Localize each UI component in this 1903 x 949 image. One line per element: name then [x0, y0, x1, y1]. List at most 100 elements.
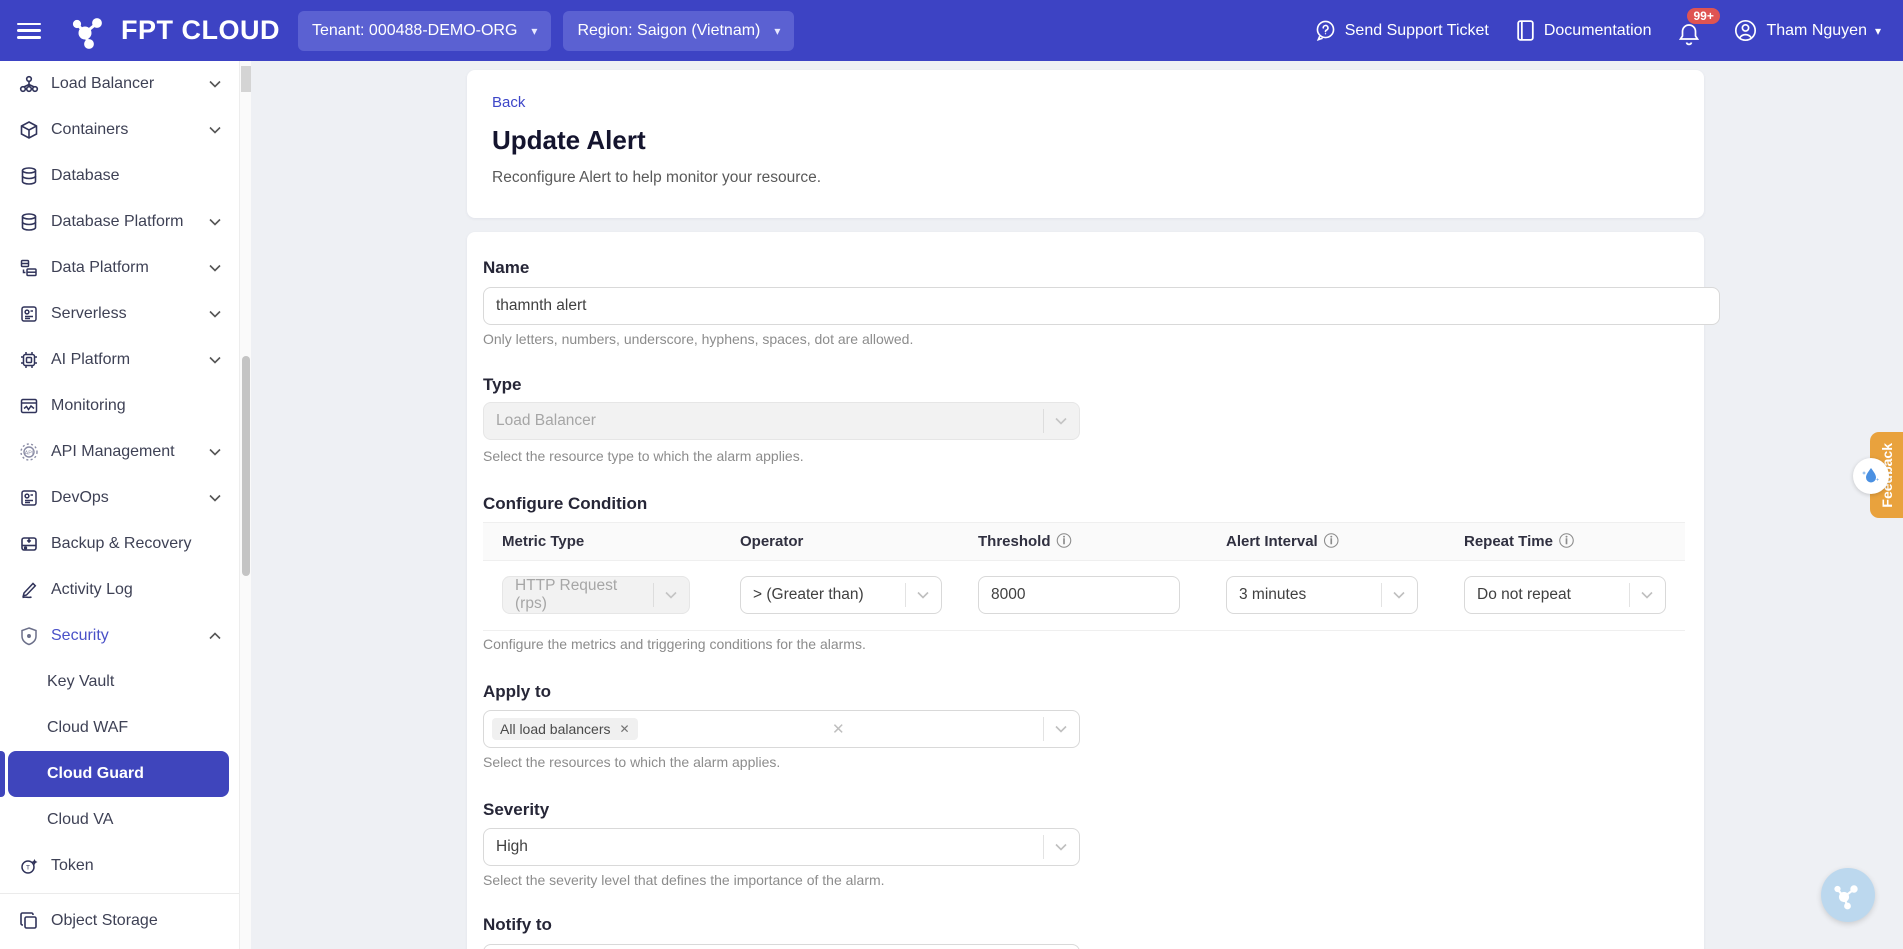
object-storage-icon [18, 910, 40, 932]
sidebar-item-database-platform[interactable]: Database Platform [0, 199, 239, 245]
name-helper-text: Only letters, numbers, underscore, hyphe… [483, 331, 913, 347]
sidebar-item-key-vault[interactable]: Key Vault [0, 659, 239, 705]
type-helper-text: Select the resource type to which the al… [483, 448, 804, 464]
severity-select[interactable]: High [483, 828, 1080, 866]
name-input[interactable] [483, 287, 1720, 325]
sidebar-active-row-wrap: Cloud Guard [0, 751, 239, 797]
name-label: Name [483, 258, 529, 278]
sidebar-toggle-button[interactable] [0, 0, 58, 61]
feedback-drop-badge[interactable] [1853, 458, 1889, 494]
sidebar-item-devops[interactable]: DevOps [0, 475, 239, 521]
brand-logo-text: FPT CLOUD [121, 15, 280, 46]
sidebar-item-serverless[interactable]: Serverless [0, 291, 239, 337]
apply-to-helper-text: Select the resources to which the alarm … [483, 754, 780, 770]
database-platform-icon [18, 211, 40, 233]
region-label: Region: Saigon (Vietnam) [577, 22, 760, 40]
sidebar-item-label: Monitoring [51, 397, 126, 415]
sidebar-item-containers[interactable]: Containers [0, 107, 239, 153]
documentation-link[interactable]: Documentation [1515, 19, 1652, 42]
configure-condition-label: Configure Condition [483, 494, 647, 514]
sidebar-item-label: Object Storage [51, 912, 158, 930]
serverless-icon [18, 303, 40, 325]
chevron-down-icon: ▾ [1875, 24, 1881, 38]
load-balancer-icon [18, 73, 40, 95]
user-avatar-icon [1733, 18, 1758, 43]
condition-table-row: HTTP Request (rps) > (Greater than) [483, 561, 1685, 631]
metric-type-select[interactable]: HTTP Request (rps) [502, 576, 690, 614]
chevron-down-icon [209, 80, 221, 88]
chip-remove-icon[interactable]: ✕ [620, 722, 630, 736]
chevron-down-icon [1043, 717, 1079, 741]
sidebar-item-backup-recovery[interactable]: Backup & Recovery [0, 521, 239, 567]
operator-select[interactable]: > (Greater than) [740, 576, 942, 614]
token-icon: T [18, 855, 40, 877]
sidebar-item-monitoring[interactable]: Monitoring [0, 383, 239, 429]
scrollbar-button[interactable] [241, 66, 251, 92]
selected-chip: All load balancers ✕ [492, 718, 638, 740]
brand-logo[interactable]: FPT CLOUD [72, 11, 280, 51]
sidebar-item-label: Containers [51, 121, 128, 139]
notifications-button[interactable]: 99+ [1677, 14, 1707, 48]
sidebar-item-label: Database Platform [51, 213, 184, 231]
info-icon[interactable]: ⓘ [1324, 534, 1339, 549]
alert-interval-select[interactable]: 3 minutes [1226, 576, 1418, 614]
chevron-down-icon [1043, 409, 1079, 433]
sidebar-item-token[interactable]: T Token [0, 843, 239, 889]
ai-assistant-button[interactable] [1821, 868, 1875, 922]
sidebar-item-data-platform[interactable]: Data Platform [0, 245, 239, 291]
sidebar-item-label: Cloud WAF [47, 719, 128, 737]
sidebar-item-label: Security [51, 627, 109, 645]
sidebar-item-cloud-va[interactable]: Cloud VA [0, 797, 239, 843]
send-support-ticket-link[interactable]: Send Support Ticket [1314, 19, 1489, 42]
column-header-metric-type: Metric Type [502, 533, 740, 550]
ai-molecule-icon [1833, 880, 1863, 910]
type-select[interactable]: Load Balancer [483, 402, 1080, 440]
tenant-selector[interactable]: Tenant: 000488-DEMO-ORG ▾ [298, 11, 551, 51]
user-menu[interactable]: Tham Nguyen ▾ [1733, 18, 1881, 43]
documentation-label: Documentation [1544, 22, 1652, 40]
sidebar-item-label: Data Platform [51, 259, 149, 277]
sidebar-item-label: Database [51, 167, 120, 185]
threshold-input[interactable] [978, 576, 1180, 614]
chip-label: All load balancers [500, 721, 611, 737]
containers-icon [18, 119, 40, 141]
sidebar-item-ai-platform[interactable]: AI Platform [0, 337, 239, 383]
sidebar-item-object-storage[interactable]: Object Storage [0, 898, 239, 944]
scrollbar-thumb[interactable] [242, 356, 250, 576]
chevron-up-icon [209, 632, 221, 640]
sidebar-item-cloud-guard[interactable]: Cloud Guard [8, 751, 229, 797]
ai-platform-icon [18, 349, 40, 371]
backup-recovery-icon [18, 533, 40, 555]
apply-to-multiselect[interactable]: All load balancers ✕ ✕ [483, 710, 1080, 748]
region-selector[interactable]: Region: Saigon (Vietnam) ▾ [563, 11, 794, 51]
sidebar-item-load-balancer[interactable]: Load Balancer [0, 61, 239, 107]
chevron-down-icon [209, 310, 221, 318]
sidebar-item-label: Key Vault [47, 673, 114, 691]
chevron-down-icon [209, 448, 221, 456]
sidebar-item-security[interactable]: Security [0, 613, 239, 659]
monitoring-icon [18, 395, 40, 417]
database-icon [18, 165, 40, 187]
type-select-value: Load Balancer [496, 412, 596, 430]
sidebar-item-cloud-waf[interactable]: Cloud WAF [0, 705, 239, 751]
repeat-time-value: Do not repeat [1477, 586, 1571, 604]
water-drop-icon [1860, 465, 1882, 487]
page-header-card: Back Update Alert Reconfigure Alert to h… [467, 70, 1704, 218]
alert-form-card: Name Only letters, numbers, underscore, … [467, 232, 1704, 949]
documentation-book-icon [1515, 19, 1536, 42]
column-header-threshold: Thresholdⓘ [978, 533, 1226, 550]
sidebar-item-database[interactable]: Database [0, 153, 239, 199]
sidebar-item-api-management[interactable]: API API Management [0, 429, 239, 475]
info-icon[interactable]: ⓘ [1559, 534, 1574, 549]
severity-label: Severity [483, 800, 549, 820]
repeat-time-select[interactable]: Do not repeat [1464, 576, 1666, 614]
notify-to-select[interactable] [483, 944, 1080, 949]
clear-selection-icon[interactable]: ✕ [832, 720, 849, 738]
column-header-repeat-time: Repeat Timeⓘ [1464, 533, 1685, 550]
info-icon[interactable]: ⓘ [1057, 534, 1072, 549]
main-content: Back Update Alert Reconfigure Alert to h… [251, 61, 1903, 949]
sidebar-item-activity-log[interactable]: Activity Log [0, 567, 239, 613]
chevron-down-icon [653, 583, 689, 607]
svg-text:T: T [26, 864, 30, 871]
back-link[interactable]: Back [492, 94, 525, 111]
